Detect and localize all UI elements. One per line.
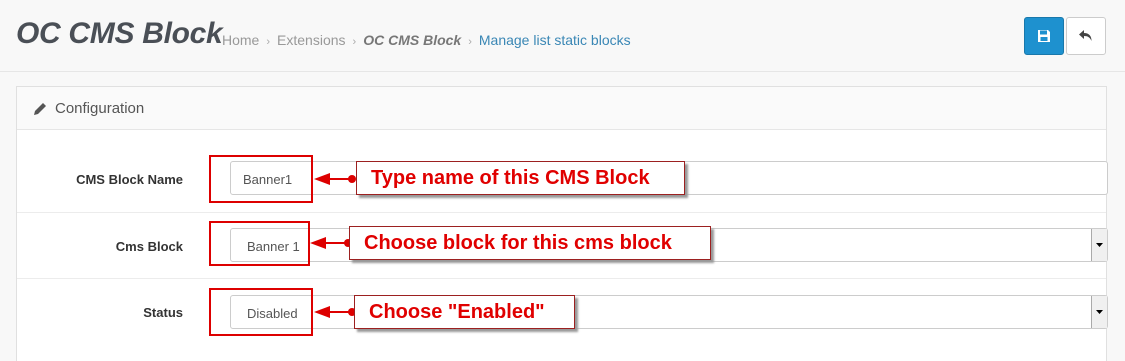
breadcrumb-current[interactable]: Manage list static blocks bbox=[479, 32, 631, 48]
breadcrumb-module[interactable]: OC CMS Block bbox=[363, 32, 461, 48]
highlight-box-status bbox=[209, 288, 313, 336]
dropdown-arrow-icon[interactable] bbox=[1091, 229, 1107, 261]
arrow-block bbox=[310, 237, 352, 249]
field-label-status: Status bbox=[143, 305, 183, 320]
dropdown-arrow-icon[interactable] bbox=[1091, 296, 1107, 328]
save-button[interactable] bbox=[1024, 17, 1064, 55]
highlight-box-name bbox=[209, 155, 313, 203]
page-title: OC CMS Block bbox=[16, 17, 223, 50]
floppy-disk-icon bbox=[1038, 30, 1050, 42]
breadcrumb-separator: › bbox=[266, 36, 271, 48]
annotation-name: Type name of this CMS Block bbox=[356, 161, 685, 195]
arrow-name bbox=[314, 173, 356, 185]
breadcrumb-separator: › bbox=[468, 36, 472, 48]
field-label-block: Cms Block bbox=[115, 239, 183, 254]
field-label-name: CMS Block Name bbox=[76, 172, 183, 187]
panel-title: Configuration bbox=[55, 100, 145, 117]
page-header: OC CMS Block Home › Extensions › OC CMS Bloc… bbox=[0, 0, 1125, 72]
pencil-icon bbox=[34, 103, 46, 115]
annotation-block: Choose block for this cms block bbox=[349, 226, 711, 260]
breadcrumb: Home › Extensions › OC CMS Block › Manage list… bbox=[222, 32, 631, 48]
back-button[interactable] bbox=[1066, 17, 1106, 55]
annotation-status: Choose "Enabled" bbox=[354, 295, 575, 329]
breadcrumb-separator: › bbox=[352, 36, 357, 48]
breadcrumb-home[interactable]: Home bbox=[222, 32, 259, 48]
highlight-box-block bbox=[209, 221, 310, 266]
breadcrumb-extensions[interactable]: Extensions bbox=[277, 32, 345, 48]
arrow-status bbox=[314, 306, 356, 318]
reply-arrow-icon bbox=[1079, 30, 1092, 41]
panel-heading: Configuration bbox=[17, 87, 1106, 130]
